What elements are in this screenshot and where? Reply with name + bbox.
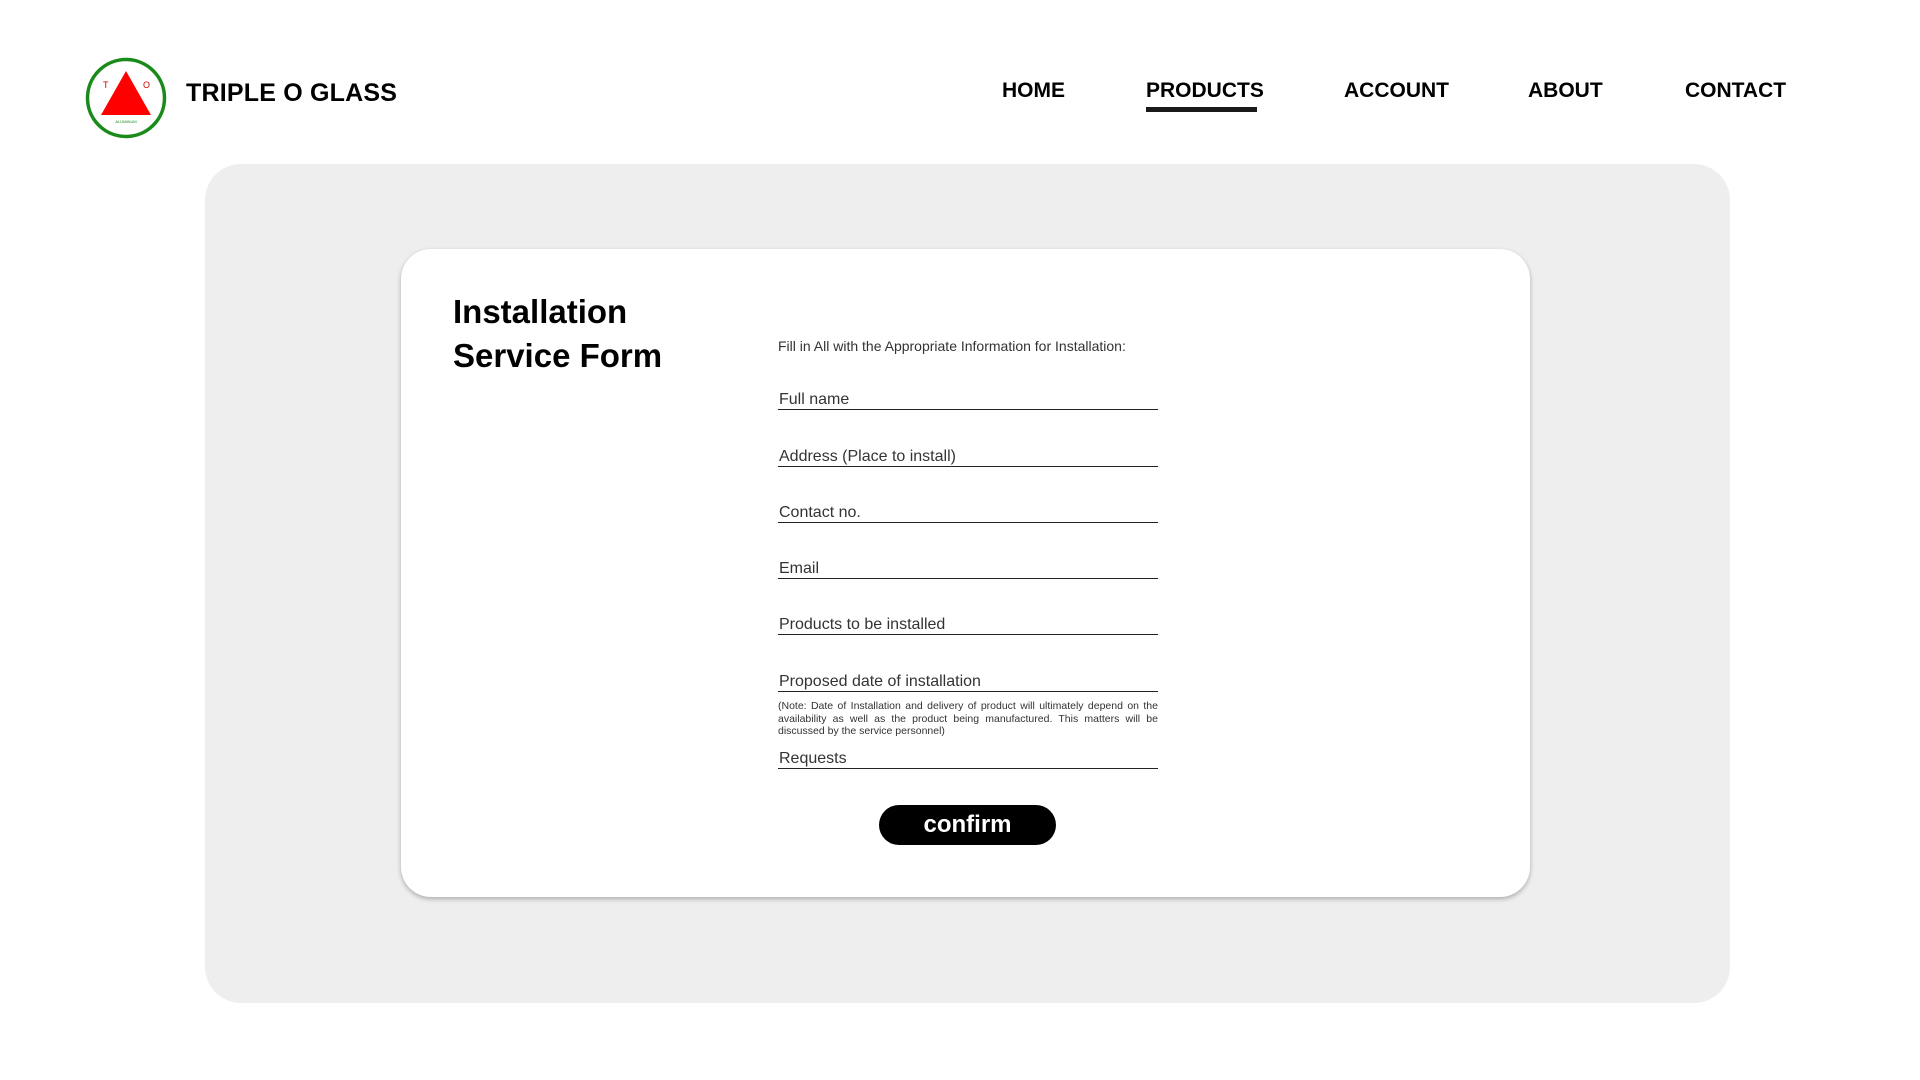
nav-products[interactable]: PRODUCTS — [1146, 78, 1264, 104]
logo-letter-left: T — [103, 80, 109, 90]
nav-home[interactable]: HOME — [1002, 78, 1065, 104]
logo-subtext: ALUMINUM — [115, 119, 136, 124]
triple-o-logo-icon[interactable]: T O ALUMINUM — [85, 57, 167, 139]
nav-active-indicator — [1146, 107, 1257, 112]
contact-number-field[interactable]: Contact no. — [778, 503, 1158, 523]
brand-name[interactable]: TRIPLE O GLASS — [186, 78, 397, 108]
contact-number-placeholder: Contact no. — [779, 504, 861, 521]
nav-account[interactable]: ACCOUNT — [1344, 78, 1449, 104]
email-field[interactable]: Email — [778, 559, 1158, 579]
address-field[interactable]: Address (Place to install) — [778, 447, 1158, 467]
logo-letter-right: O — [143, 80, 150, 90]
requests-placeholder: Requests — [779, 750, 847, 767]
products-placeholder: Products to be installed — [779, 616, 946, 633]
form-title: Installation Service Form — [453, 290, 713, 378]
proposed-date-placeholder: Proposed date of installation — [779, 673, 981, 690]
proposed-date-field[interactable]: Proposed date of installation — [778, 672, 1158, 692]
form-instructions: Fill in All with the Appropriate Informa… — [778, 338, 1126, 354]
full-name-placeholder: Full name — [779, 391, 850, 408]
nav-contact[interactable]: CONTACT — [1685, 78, 1786, 104]
products-field[interactable]: Products to be installed — [778, 615, 1158, 635]
page: T O ALUMINUM TRIPLE O GLASS HOME PRODUCT… — [0, 0, 1920, 1080]
full-name-field[interactable]: Full name — [778, 390, 1158, 410]
form-title-line1: Installation — [453, 293, 628, 330]
email-placeholder: Email — [779, 560, 820, 577]
requests-field[interactable]: Requests — [778, 749, 1158, 769]
address-placeholder: Address (Place to install) — [779, 448, 956, 465]
confirm-button[interactable]: confirm — [879, 805, 1056, 845]
nav-about[interactable]: ABOUT — [1528, 78, 1603, 104]
form-title-line2: Service Form — [453, 337, 663, 374]
installation-note: (Note: Date of Installation and delivery… — [778, 700, 1158, 737]
